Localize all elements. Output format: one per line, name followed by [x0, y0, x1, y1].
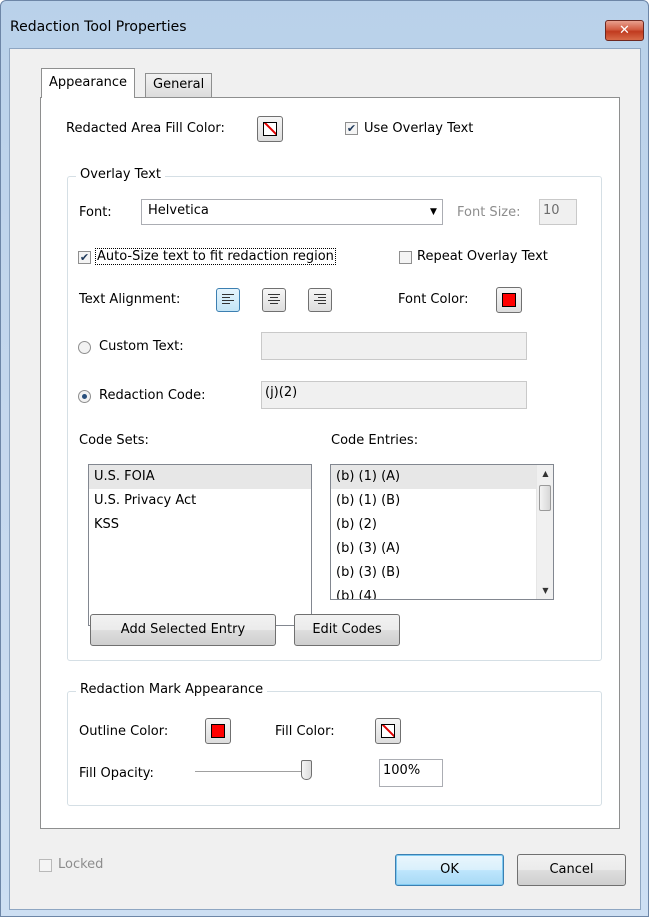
custom-text-radio[interactable]: [78, 341, 91, 354]
align-center-button[interactable]: [262, 288, 286, 312]
custom-text-label: Custom Text:: [99, 339, 184, 354]
font-size-label: Font Size:: [457, 205, 521, 220]
redaction-code-radio[interactable]: [78, 390, 91, 403]
locked-checkbox[interactable]: [39, 859, 52, 872]
redaction-mark-group: Redaction Mark Appearance Outline Color:…: [67, 682, 602, 806]
window-title: Redaction Tool Properties: [10, 19, 187, 35]
outline-color-button[interactable]: [205, 718, 231, 744]
ok-button[interactable]: OK: [395, 854, 504, 886]
align-right-button[interactable]: [308, 288, 332, 312]
code-sets-label: Code Sets:: [79, 433, 149, 448]
scroll-up-icon[interactable]: ▲: [537, 465, 553, 482]
autosize-label: Auto-Size text to fit redaction region: [95, 248, 336, 265]
tab-general[interactable]: General: [145, 73, 213, 97]
align-center-icon: [268, 294, 280, 306]
code-entries-list[interactable]: (b) (1) (A) (b) (1) (B) (b) (2) (b) (3) …: [330, 464, 554, 600]
appearance-panel: Redacted Area Fill Color: ✔ Use Overlay …: [40, 97, 620, 829]
list-item[interactable]: (b) (1) (B): [331, 489, 553, 513]
no-color-icon: [381, 724, 395, 738]
font-value: Helvetica: [148, 203, 209, 218]
font-size-field[interactable]: 10: [539, 199, 577, 225]
fill-opacity-label: Fill Opacity:: [79, 766, 154, 781]
list-item[interactable]: (b) (4): [331, 585, 553, 599]
font-label: Font:: [79, 205, 112, 220]
redaction-code-field[interactable]: (j)(2): [261, 381, 527, 409]
mark-fill-color-button[interactable]: [375, 718, 401, 744]
font-select[interactable]: Helvetica ▼: [141, 199, 443, 225]
code-entries-label: Code Entries:: [331, 433, 419, 448]
list-item[interactable]: KSS: [89, 513, 311, 537]
repeat-overlay-checkbox[interactable]: [399, 251, 412, 264]
text-alignment-label: Text Alignment:: [79, 292, 181, 307]
area-fill-color-button[interactable]: [257, 116, 283, 142]
align-right-icon: [314, 294, 326, 306]
close-button[interactable]: ✕: [605, 20, 644, 41]
align-left-icon: [222, 294, 234, 306]
list-item[interactable]: U.S. FOIA: [89, 465, 311, 489]
autosize-checkbox[interactable]: ✔: [78, 251, 91, 264]
add-selected-entry-button[interactable]: Add Selected Entry: [90, 614, 276, 646]
red-swatch-icon: [502, 293, 516, 307]
font-color-button[interactable]: [496, 287, 522, 313]
chevron-down-icon: ▼: [430, 207, 437, 217]
fill-opacity-slider-handle[interactable]: [301, 760, 312, 780]
fill-opacity-field[interactable]: 100%: [379, 759, 443, 787]
use-overlay-label: Use Overlay Text: [364, 121, 474, 136]
scroll-down-icon[interactable]: ▼: [537, 582, 553, 599]
redaction-code-label: Redaction Code:: [99, 388, 206, 403]
align-left-button[interactable]: [216, 288, 240, 312]
tab-appearance[interactable]: Appearance: [41, 68, 136, 98]
mark-fill-color-label: Fill Color:: [275, 724, 335, 739]
no-color-icon: [263, 122, 277, 136]
list-item[interactable]: (b) (2): [331, 513, 553, 537]
list-item[interactable]: (b) (3) (B): [331, 561, 553, 585]
fill-opacity-track[interactable]: [195, 771, 310, 773]
custom-text-field[interactable]: [261, 332, 527, 360]
cancel-button[interactable]: Cancel: [517, 854, 626, 886]
entries-scrollbar[interactable]: ▲ ▼: [536, 465, 553, 599]
repeat-overlay-label: Repeat Overlay Text: [417, 249, 548, 264]
dialog-window: Redaction Tool Properties ✕ Appearance G…: [0, 0, 649, 917]
outline-color-label: Outline Color:: [79, 724, 169, 739]
use-overlay-checkbox[interactable]: ✔: [345, 122, 358, 135]
red-swatch-icon: [211, 724, 225, 738]
font-color-label: Font Color:: [398, 292, 469, 307]
scroll-thumb[interactable]: [539, 485, 551, 511]
overlay-group-title: Overlay Text: [76, 167, 165, 182]
list-item[interactable]: (b) (1) (A): [331, 465, 553, 489]
edit-codes-button[interactable]: Edit Codes: [294, 614, 400, 646]
fill-color-label: Redacted Area Fill Color:: [66, 121, 225, 136]
mark-group-title: Redaction Mark Appearance: [76, 682, 268, 697]
overlay-text-group: Overlay Text Font: Helvetica ▼ Font Size…: [67, 167, 602, 661]
locked-label: Locked: [58, 857, 104, 872]
list-item[interactable]: U.S. Privacy Act: [89, 489, 311, 513]
code-sets-list[interactable]: U.S. FOIA U.S. Privacy Act KSS: [88, 464, 312, 626]
dialog-client-area: Appearance General Redacted Area Fill Co…: [9, 48, 641, 910]
list-item[interactable]: (b) (3) (A): [331, 537, 553, 561]
